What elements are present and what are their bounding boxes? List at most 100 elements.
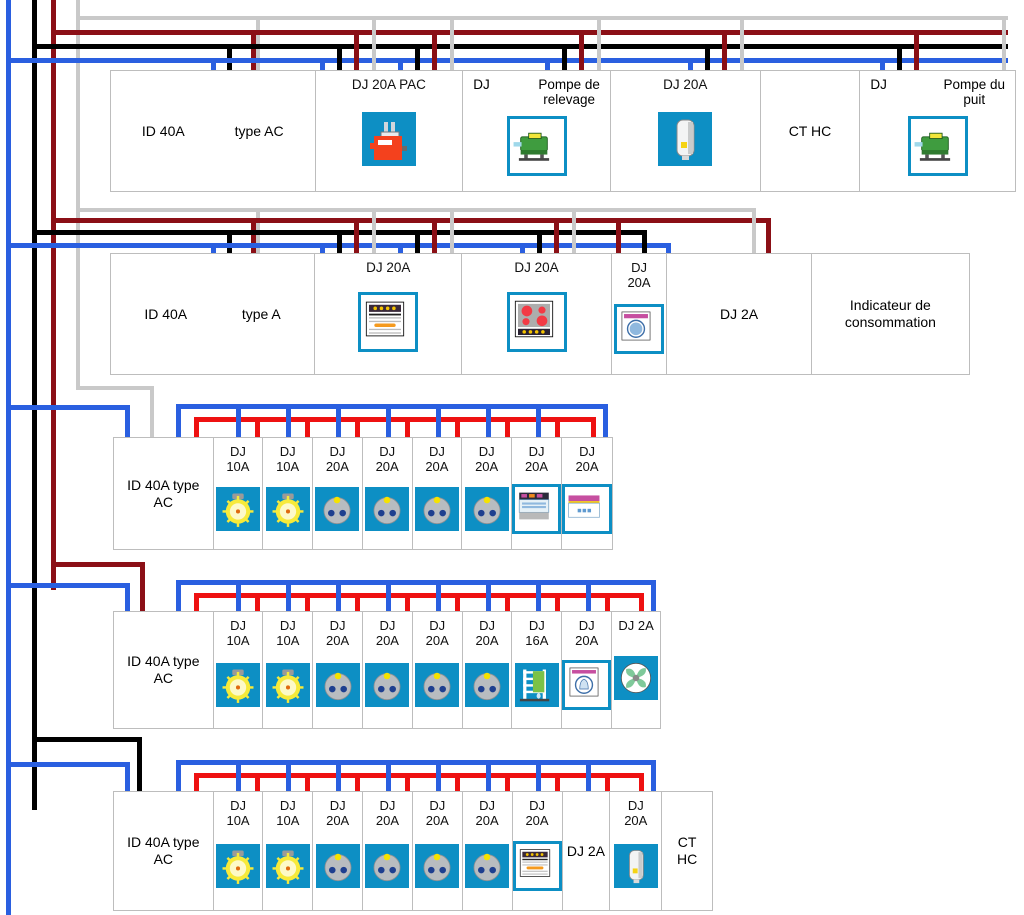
row4-module-3[interactable]: DJ 20A [363,612,413,728]
row4-rcd-rating: ID 40A type AC [127,653,200,686]
row3-module-4[interactable]: DJ 20A [412,438,463,549]
socket-icon [465,663,509,707]
row1-module-3-label: CT HC [788,122,832,139]
row1-module-0[interactable]: DJ 20A PAC [315,71,464,191]
row3-comb-red-drop-0 [194,417,199,438]
row5-module-6[interactable]: DJ 20A [512,792,563,910]
row5-comb-blue-drop-7 [536,760,541,792]
row4-comb-red-drop-5 [455,593,460,612]
row5-comb-red-rail [194,773,644,778]
heat-pump-icon [361,111,416,166]
row5-comb-blue-drop-1 [236,760,241,792]
row1-main-rcd[interactable]: ID 40A type AC [111,71,316,191]
row4-module-5[interactable]: DJ 20A [462,612,513,728]
row4-comb-red-drop-8 [605,593,610,612]
row5-main-rcd[interactable]: ID 40A type AC [114,792,214,910]
row2-drop-black-b [415,230,420,255]
row1-module-2[interactable]: DJ 20A [610,71,761,191]
row1-rcd-rating: ID 40A [141,123,185,139]
row3-comb-red-drop-2 [305,417,310,438]
row2-module-3-label: DJ 2A [720,305,759,322]
row4-main-rcd[interactable]: ID 40A type AC [114,612,214,728]
row5-module-4[interactable]: DJ 20A [412,792,463,910]
row3-module-1-label: DJ 10A [276,444,300,474]
row5-module-0[interactable]: DJ 10A [213,792,264,910]
row4-module-8[interactable]: DJ 2A [612,612,660,728]
socket-icon [315,663,360,707]
row2-module-2[interactable]: DJ 20A [611,254,668,374]
row5-rcd-rating: ID 40A type AC [127,834,200,867]
row3-module-7[interactable]: DJ 20A [562,438,613,549]
row4-module-4-label: DJ 20A [425,618,449,648]
towel-radiator-icon [514,663,559,707]
row2-module-0[interactable]: DJ 20A [315,254,463,374]
row5-module-3[interactable]: DJ 20A [363,792,413,910]
row2-module-4[interactable]: Indicateur de consommation [811,254,970,374]
row3-comb-red-drop-5 [455,417,460,438]
row3-module-2[interactable]: DJ 20A [313,438,363,549]
socket-icon [414,486,459,531]
row2-module-3[interactable]: DJ 2A [667,254,812,374]
row1-module-4[interactable]: DJ Pompe du puit [860,71,1015,191]
vmc-fan-icon [614,655,659,700]
row4-comb-blue-drop-5 [436,580,441,612]
row5-module-7[interactable]: DJ 2A [562,792,611,910]
neutral-blue-row3-h [6,405,130,410]
row3-module-7-label: DJ 20A [575,444,599,474]
row3-module-3-label: DJ 20A [375,444,399,474]
row3-comb-red-drop-3 [355,417,360,438]
row3-module-6-label: DJ 20A [524,444,549,474]
row1-module-2-label: DJ 20A [663,77,708,92]
row3-rcd-rating: ID 40A type AC [127,476,200,510]
breaker-row-1: ID 40A type AC DJ 20A PAC DJ Pompe de re… [110,70,1016,192]
row5-module-8[interactable]: DJ 20A [610,792,663,910]
row3-module-5-label: DJ 20A [475,444,499,474]
row2-module-1[interactable]: DJ 20A [462,254,612,374]
row4-module-2-label: DJ 20A [326,618,350,648]
electrical-panel-diagram: ID 40A type AC DJ 20A PAC DJ Pompe de re… [0,0,1024,915]
row2-drop-earth-c [572,208,576,255]
phase-red-row2-h [51,218,256,223]
row5-module-2[interactable]: DJ 20A [313,792,364,910]
row3-module-3[interactable]: DJ 20A [362,438,413,549]
row5-comb-red-drop-2 [305,773,310,792]
row5-comb-blue-drop-6 [486,760,491,792]
row3-comb-blue-drop-2 [286,404,291,438]
row3-module-6[interactable]: DJ 20A [512,438,563,549]
row5-module-9[interactable]: CT HC [662,792,712,910]
row5-module-5[interactable]: DJ 20A [462,792,513,910]
water-heater-icon [613,844,658,888]
row3-main-rcd[interactable]: ID 40A type AC [114,438,214,549]
row1-drop-black-d [705,44,710,72]
row3-comb-red-drop-4 [405,417,410,438]
row4-module-6[interactable]: DJ 16A [512,612,563,728]
row3-comb-blue-drop-3 [336,404,341,438]
row1-module-1[interactable]: DJ Pompe de relevage [463,71,611,191]
row2-module-2-label: DJ 20A [627,260,651,290]
row5-comb-blue-rail [176,760,656,765]
row1-drop-red-b [432,30,437,72]
row5-comb-red-drop-8 [605,773,610,792]
row5-module-2-label: DJ 20A [326,798,350,828]
row4-module-4[interactable]: DJ 20A [412,612,463,728]
row1-module-3[interactable]: CT HC [760,71,861,191]
row3-module-5[interactable]: DJ 20A [462,438,513,549]
row4-module-7[interactable]: DJ 20A [562,612,613,728]
row4-module-0[interactable]: DJ 10A [213,612,264,728]
row5-comb-blue-drop-5 [436,760,441,792]
row4-module-2[interactable]: DJ 20A [313,612,364,728]
row1-drop-black-e [897,44,902,72]
row4-module-1[interactable]: DJ 10A [263,612,314,728]
row5-module-1[interactable]: DJ 10A [263,792,314,910]
row5-module-7-label: DJ 2A [566,842,605,859]
row4-comb-blue-drop-2 [286,580,291,612]
row2-main-rcd[interactable]: ID 40A type A [111,254,316,374]
row1-drop-earth-e [1002,16,1006,72]
earth-feed-row3-h [76,386,154,390]
row3-module-0[interactable]: DJ 10A [213,438,264,549]
row4-comb-blue-drop-0 [176,580,181,612]
row3-module-1[interactable]: DJ 10A [263,438,314,549]
row4-comb-blue-drop-7 [536,580,541,612]
row5-comb-red-drop-6 [505,773,510,792]
row5-module-8-label: DJ 20A [624,798,648,828]
